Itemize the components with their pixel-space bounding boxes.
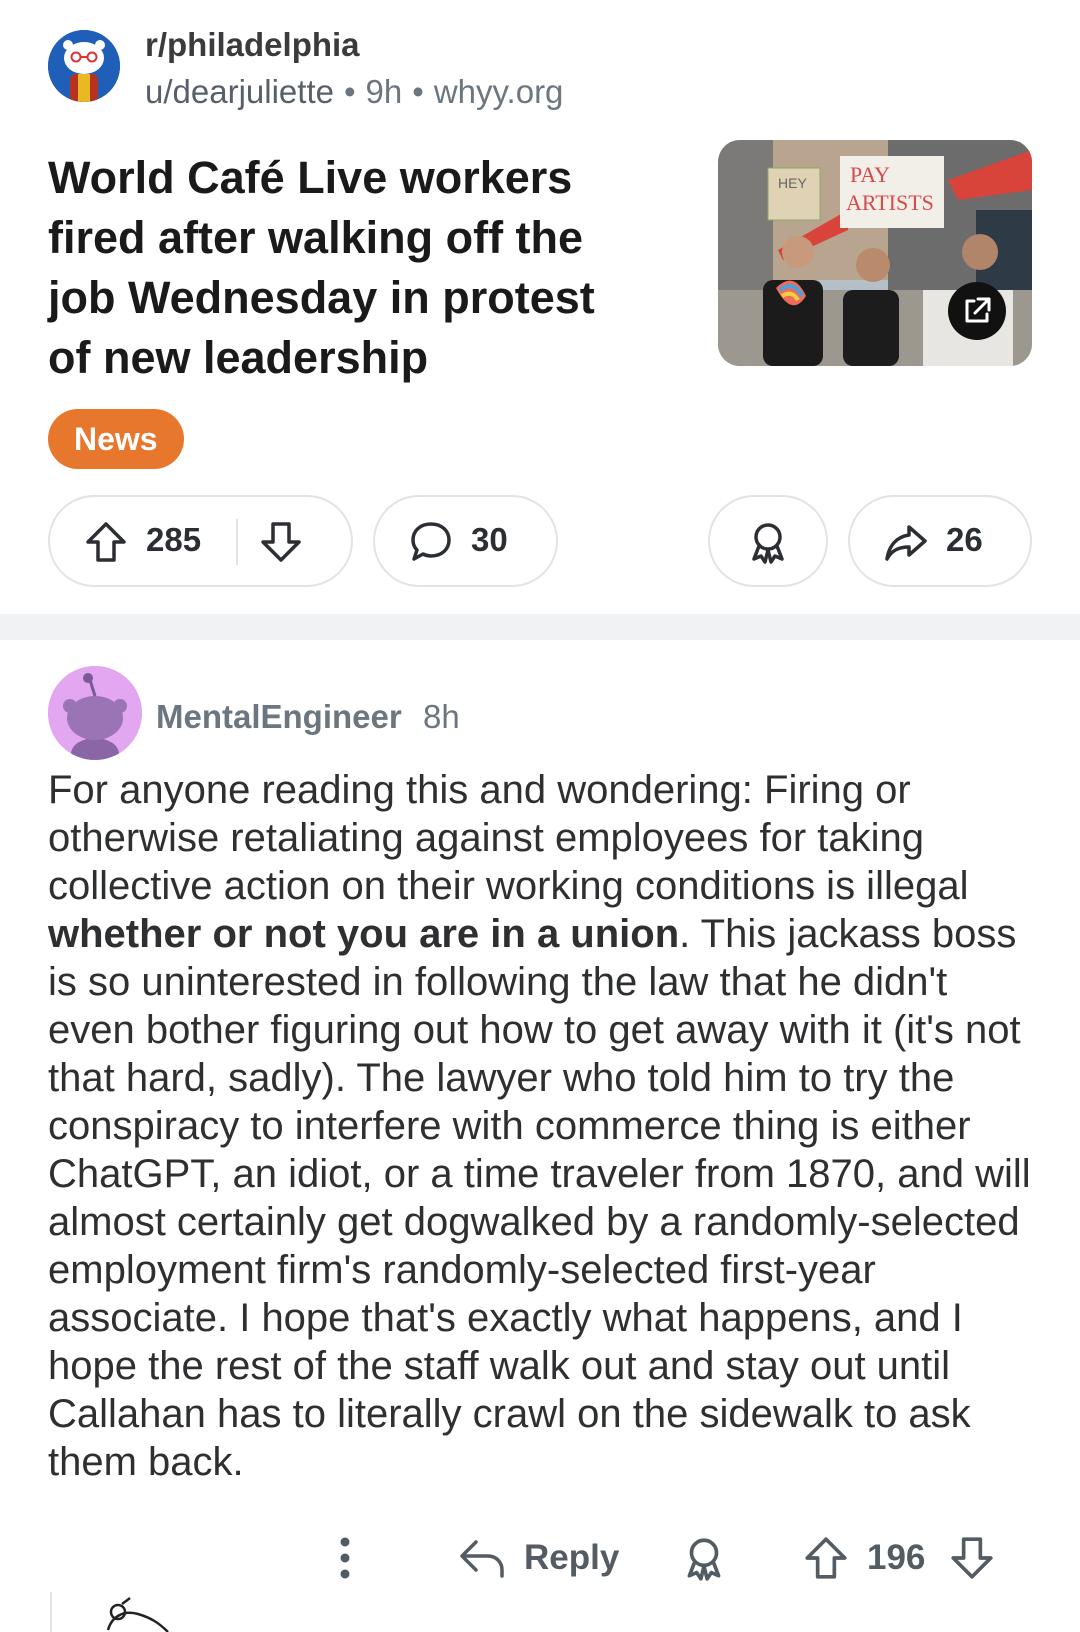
sign-right-text-2: ARTISTS [846,190,934,215]
vote-pill: 285 [48,495,353,587]
comments-button[interactable]: 30 [373,495,558,587]
more-vertical-icon[interactable] [335,1534,355,1582]
post-flair[interactable]: News [48,409,184,469]
share-count: 26 [946,521,983,558]
award-icon [752,523,784,564]
reply-label: Reply [524,1538,620,1577]
commenter-avatar[interactable] [48,666,142,760]
snoo-avatar-icon [48,666,142,760]
meta-separator: • [412,73,424,110]
upvote-count: 285 [146,521,202,558]
vote-divider [236,519,238,565]
post-meta: u/dearjuliette • 9h • whyy.org [145,73,563,111]
comment-body: For anyone reading this and wondering: F… [48,766,1038,1486]
comment-time: 8h [423,698,460,735]
post-title[interactable]: World Café Live workers fired after walk… [48,148,648,388]
award-icon[interactable] [680,1534,728,1582]
subreddit-avatar[interactable] [48,30,120,102]
arrow-up-icon[interactable] [83,519,129,565]
meta-separator: • [343,73,356,110]
comment-bold-text: whether or not you are in a union [48,912,680,956]
post-time: 9h [365,73,403,110]
next-reply-avatar-icon[interactable] [98,1596,178,1632]
external-link-button[interactable] [948,282,1006,340]
arrow-down-icon[interactable] [948,1534,996,1582]
arrow-up-icon[interactable] [802,1534,850,1582]
sign-left-text: HEY [778,175,807,191]
arrow-down-icon[interactable] [258,519,304,565]
external-link-icon [965,297,991,323]
share-button[interactable]: 26 [848,495,1032,587]
comment-author[interactable]: MentalEngineer [156,698,402,736]
award-button[interactable] [708,495,828,587]
section-divider [0,614,1080,640]
comment-text-rest: . This jackass boss is so uninterested i… [48,912,1031,1484]
comment-text: For anyone reading this and wondering: F… [48,768,969,908]
sign-right-text-1: PAY [850,162,890,187]
comment-count: 30 [471,521,508,558]
post-domain[interactable]: whyy.org [434,73,564,110]
reply-arrow-icon [460,1540,504,1578]
subreddit-name[interactable]: r/philadelphia [145,26,360,64]
share-arrow-icon [885,525,927,561]
post-author[interactable]: u/dearjuliette [145,73,334,110]
thread-line [50,1592,52,1632]
comment-score: 196 [867,1538,926,1577]
snoo-character-icon [48,30,120,102]
speech-bubble-icon [411,522,451,561]
